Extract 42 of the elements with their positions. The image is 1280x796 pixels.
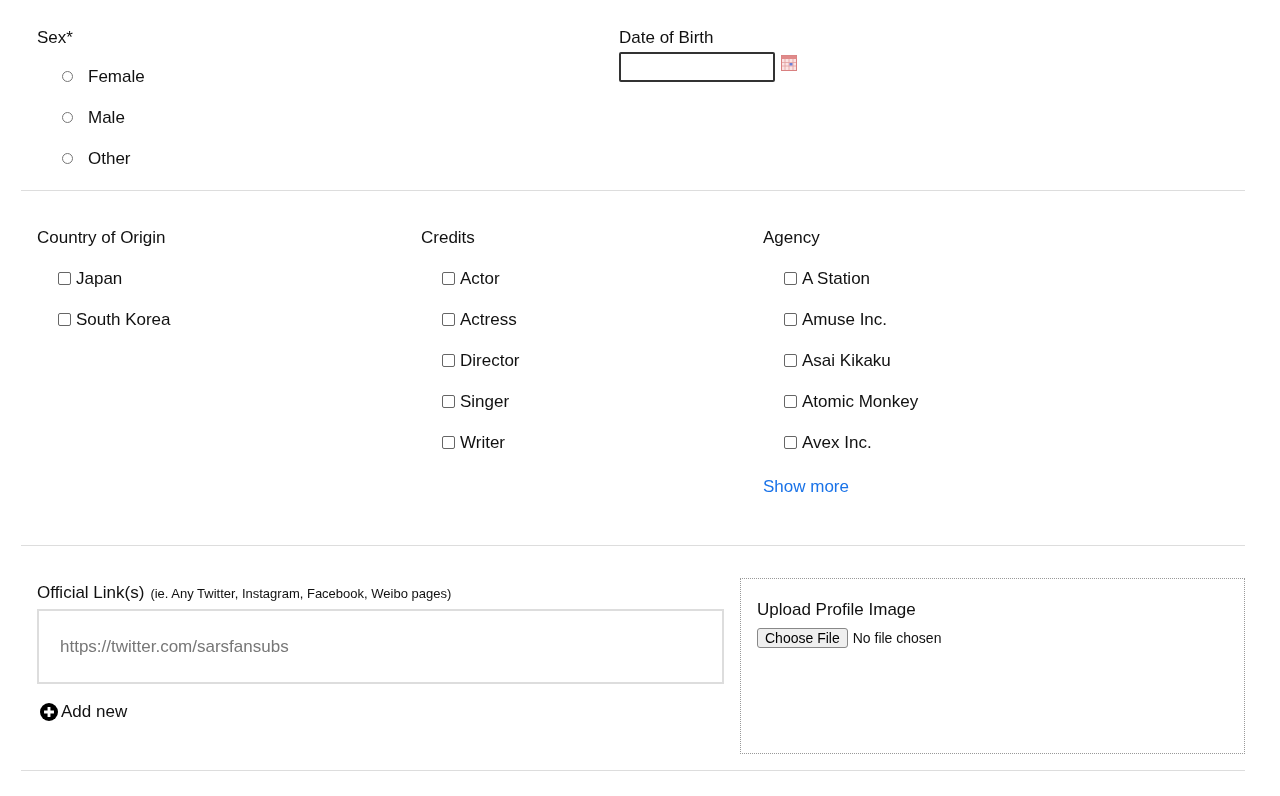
checkbox-option[interactable]: Singer	[421, 381, 520, 422]
choose-file-button[interactable]: Choose File	[757, 628, 848, 648]
field-label: Sex*	[37, 27, 74, 49]
checkbox-option[interactable]: Director	[421, 340, 520, 381]
checkbox[interactable]	[442, 436, 455, 449]
radio-option[interactable]: Female	[37, 56, 619, 97]
checkbox-option[interactable]: Writer	[421, 422, 520, 463]
field-label: Agency	[763, 227, 820, 249]
date-field[interactable]	[619, 52, 775, 82]
checkbox-option[interactable]: Actor	[421, 258, 520, 299]
checkbox[interactable]	[442, 354, 455, 367]
checkbox[interactable]	[442, 313, 455, 326]
checkbox[interactable]	[58, 272, 71, 285]
checkbox-option[interactable]: Avex Inc.	[763, 422, 919, 463]
checkbox-option[interactable]: Atomic Monkey	[763, 381, 919, 422]
field-label: Credits	[421, 227, 475, 249]
field-hint: (ie. Any Twitter, Instagram, Facebook, Weibo pages)	[150, 586, 452, 601]
checkbox-option[interactable]: Amuse Inc.	[763, 299, 919, 340]
checkbox[interactable]	[784, 436, 797, 449]
field-label: Country of Origin	[37, 227, 166, 249]
link-input-field[interactable]: https://twitter.com/sarsfansubs	[37, 609, 724, 684]
checkbox[interactable]	[784, 354, 797, 367]
radio-option[interactable]: Male	[37, 97, 619, 138]
checkbox[interactable]	[58, 313, 71, 326]
field-label: Date of Birth	[619, 27, 715, 49]
checkbox[interactable]	[442, 395, 455, 408]
checkbox[interactable]	[784, 395, 797, 408]
checkbox-option[interactable]: South Korea	[37, 299, 171, 340]
checkbox[interactable]	[784, 313, 797, 326]
checkbox[interactable]	[784, 272, 797, 285]
add-new-button[interactable]: Add new	[37, 702, 128, 722]
checkbox-option[interactable]: Japan	[37, 258, 171, 299]
field-label: Upload Profile Image	[757, 599, 917, 621]
checkbox-option[interactable]: Actress	[421, 299, 520, 340]
plus-circle-icon	[40, 703, 58, 721]
checkbox-option[interactable]: A Station	[763, 258, 919, 299]
file-status: No file chosen	[852, 630, 942, 646]
show-more-link[interactable]: Show more	[763, 475, 849, 499]
radio-option[interactable]: Other	[37, 138, 619, 179]
field-label: Official Link(s)	[37, 582, 145, 604]
checkbox[interactable]	[442, 272, 455, 285]
checkbox-option[interactable]: Asai Kikaku	[763, 340, 919, 381]
